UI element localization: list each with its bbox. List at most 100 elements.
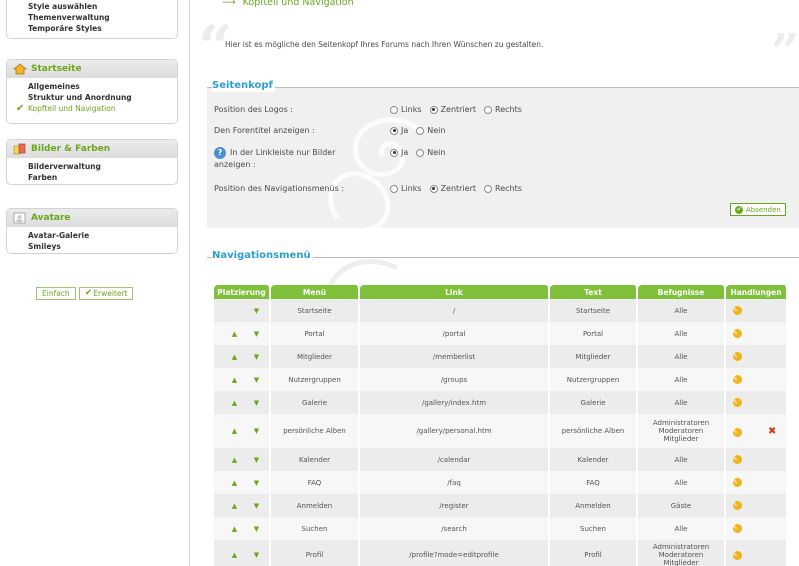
edit-icon[interactable]: ✎ bbox=[733, 550, 742, 560]
radio-button[interactable] bbox=[416, 148, 425, 157]
sidebar-section-header[interactable]: Startseite bbox=[7, 60, 177, 78]
edit-icon[interactable]: ✎ bbox=[733, 427, 742, 437]
radio-forum-title-ja[interactable]: Ja bbox=[390, 126, 408, 135]
mode-simple-button[interactable]: Einfach bbox=[36, 287, 76, 300]
move-up-icon[interactable]: ▲ bbox=[220, 502, 250, 510]
move-up-icon[interactable]: ▲ bbox=[220, 427, 250, 435]
radio-logo-rechts[interactable]: Rechts bbox=[484, 105, 522, 114]
radio-button[interactable] bbox=[390, 105, 398, 114]
cell-placement: ▲ ▼ bbox=[214, 517, 271, 540]
radio-logo-zentriert[interactable]: Zentriert bbox=[429, 105, 476, 114]
sidebar-item-temp-styles[interactable]: Temporäre Styles bbox=[7, 23, 177, 34]
cell-text: Suchen bbox=[550, 517, 638, 540]
edit-icon[interactable]: ✎ bbox=[733, 478, 742, 487]
radio-label: Nein bbox=[427, 148, 446, 157]
radio-button[interactable] bbox=[484, 184, 493, 193]
forum-title-label: Den Forentitel anzeigen : bbox=[214, 126, 315, 135]
move-down-icon[interactable]: ▼ bbox=[250, 479, 264, 487]
radio-nav-zentriert[interactable]: Zentriert bbox=[429, 184, 476, 193]
table-row: ▼ Startseite / Startseite Alle ✎ bbox=[214, 299, 788, 322]
sidebar-item-struktur[interactable]: Struktur und Anordnung bbox=[7, 92, 177, 103]
cell-permissions: Alle bbox=[638, 517, 726, 540]
sidebar-section-header[interactable]: Bilder & Farben bbox=[7, 140, 177, 158]
radio-button[interactable] bbox=[390, 184, 398, 193]
sidebar-section-header[interactable]: Avatare bbox=[7, 209, 177, 227]
cell-actions: ✎ bbox=[726, 494, 788, 517]
move-up-icon[interactable]: ▲ bbox=[220, 551, 250, 559]
edit-icon[interactable]: ✎ bbox=[733, 455, 742, 464]
move-down-icon[interactable]: ▼ bbox=[250, 456, 264, 464]
linkbar-images-options: Ja Nein bbox=[390, 148, 445, 157]
radio-button[interactable] bbox=[484, 105, 493, 114]
cell-placement: ▲ ▼ bbox=[214, 345, 271, 368]
cell-menu: Profil bbox=[271, 540, 360, 566]
move-down-icon[interactable]: ▼ bbox=[250, 353, 264, 361]
cell-link: /profile?mode=editprofile bbox=[360, 540, 550, 566]
sidebar-item-smileys[interactable]: Smileys bbox=[7, 241, 177, 252]
radio-button[interactable] bbox=[429, 105, 438, 114]
move-up-icon[interactable]: ▲ bbox=[220, 330, 250, 338]
cell-text: Galerie bbox=[550, 391, 638, 414]
edit-icon[interactable]: ✎ bbox=[733, 329, 742, 338]
avatar-icon bbox=[13, 212, 27, 224]
table-row: ▲ ▼ Portal/portal Portal Alle ✎ bbox=[214, 322, 788, 345]
table-row: ▲ ▼ FAQ/faq FAQ Alle ✎ bbox=[214, 471, 788, 494]
cell-menu: Suchen bbox=[271, 517, 360, 540]
edit-icon[interactable]: ✎ bbox=[733, 375, 742, 384]
sidebar-item-allgemeines[interactable]: Allgemeines bbox=[7, 81, 177, 92]
move-up-icon[interactable]: ▲ bbox=[220, 376, 250, 384]
move-up-icon[interactable]: ▲ bbox=[220, 479, 250, 487]
radio-button[interactable] bbox=[416, 126, 425, 135]
edit-icon[interactable]: ✎ bbox=[733, 352, 742, 361]
edit-icon[interactable]: ✎ bbox=[733, 501, 742, 510]
move-down-icon[interactable]: ▼ bbox=[250, 399, 264, 407]
sidebar-item-farben[interactable]: Farben bbox=[7, 172, 177, 183]
cell-menu: Galerie bbox=[271, 391, 360, 414]
help-icon[interactable]: ? bbox=[214, 147, 226, 159]
sidebar-item-style-select[interactable]: Style auswählen bbox=[7, 1, 177, 12]
move-up-icon[interactable]: ▲ bbox=[220, 525, 250, 533]
cell-placement: ▲ ▼ bbox=[214, 471, 271, 494]
radio-linkbar-ja[interactable]: Ja bbox=[390, 148, 408, 157]
move-up-icon[interactable]: ▲ bbox=[220, 399, 250, 407]
cell-text: Mitglieder bbox=[550, 345, 638, 368]
cell-permissions: Alle bbox=[638, 345, 726, 368]
radio-nav-rechts[interactable]: Rechts bbox=[484, 184, 522, 193]
sidebar-item-themes[interactable]: Themenverwaltung bbox=[7, 12, 177, 23]
submit-button[interactable]: ✔ Absenden bbox=[730, 203, 786, 216]
move-down-icon[interactable]: ▼ bbox=[250, 307, 264, 315]
sidebar-item-kopfteil[interactable]: ✔ Kopfteil und Navigation bbox=[7, 103, 177, 114]
radio-button[interactable] bbox=[390, 148, 398, 157]
sidebar-item-bilderverwaltung[interactable]: Bilderverwaltung bbox=[7, 161, 177, 172]
move-up-icon[interactable]: ▲ bbox=[220, 456, 250, 464]
cell-actions: ✎ ✖ bbox=[726, 414, 788, 448]
table-row: ▲ ▼ Suchen/search Suchen Alle ✎ bbox=[214, 517, 788, 540]
move-down-icon[interactable]: ▼ bbox=[250, 427, 264, 435]
section-title: Startseite bbox=[31, 64, 82, 74]
table-row: ▲ ▼ Kalender/calendar Kalender Alle ✎ bbox=[214, 448, 788, 471]
radio-logo-links[interactable]: Links bbox=[390, 105, 422, 114]
sidebar-item-avatar-galerie[interactable]: Avatar-Galerie bbox=[7, 230, 177, 241]
cell-menu: Startseite bbox=[271, 299, 360, 322]
radio-linkbar-nein[interactable]: Nein bbox=[416, 148, 445, 157]
edit-icon[interactable]: ✎ bbox=[733, 524, 742, 533]
cell-text: Nutzergruppen bbox=[550, 368, 638, 391]
cell-link: /search bbox=[360, 517, 550, 540]
move-down-icon[interactable]: ▼ bbox=[250, 525, 264, 533]
radio-forum-title-nein[interactable]: Nein bbox=[416, 126, 445, 135]
radio-button[interactable] bbox=[429, 184, 438, 193]
table-header-row: Platzierung Menü Link Text Befugnisse Ha… bbox=[214, 285, 788, 299]
radio-nav-links[interactable]: Links bbox=[390, 184, 422, 193]
radio-label: Ja bbox=[401, 148, 409, 157]
edit-icon[interactable]: ✎ bbox=[733, 398, 742, 407]
move-down-icon[interactable]: ▼ bbox=[250, 502, 264, 510]
checkmark-icon: ✔ bbox=[84, 288, 93, 298]
move-up-icon[interactable]: ▲ bbox=[220, 353, 250, 361]
mode-extended-button[interactable]: ✔ Erweitert bbox=[78, 287, 134, 300]
move-down-icon[interactable]: ▼ bbox=[250, 376, 264, 384]
move-down-icon[interactable]: ▼ bbox=[250, 330, 264, 338]
delete-icon[interactable]: ✖ bbox=[768, 426, 776, 437]
edit-icon[interactable]: ✎ bbox=[733, 306, 742, 315]
radio-button[interactable] bbox=[390, 126, 398, 135]
move-down-icon[interactable]: ▼ bbox=[250, 551, 264, 559]
